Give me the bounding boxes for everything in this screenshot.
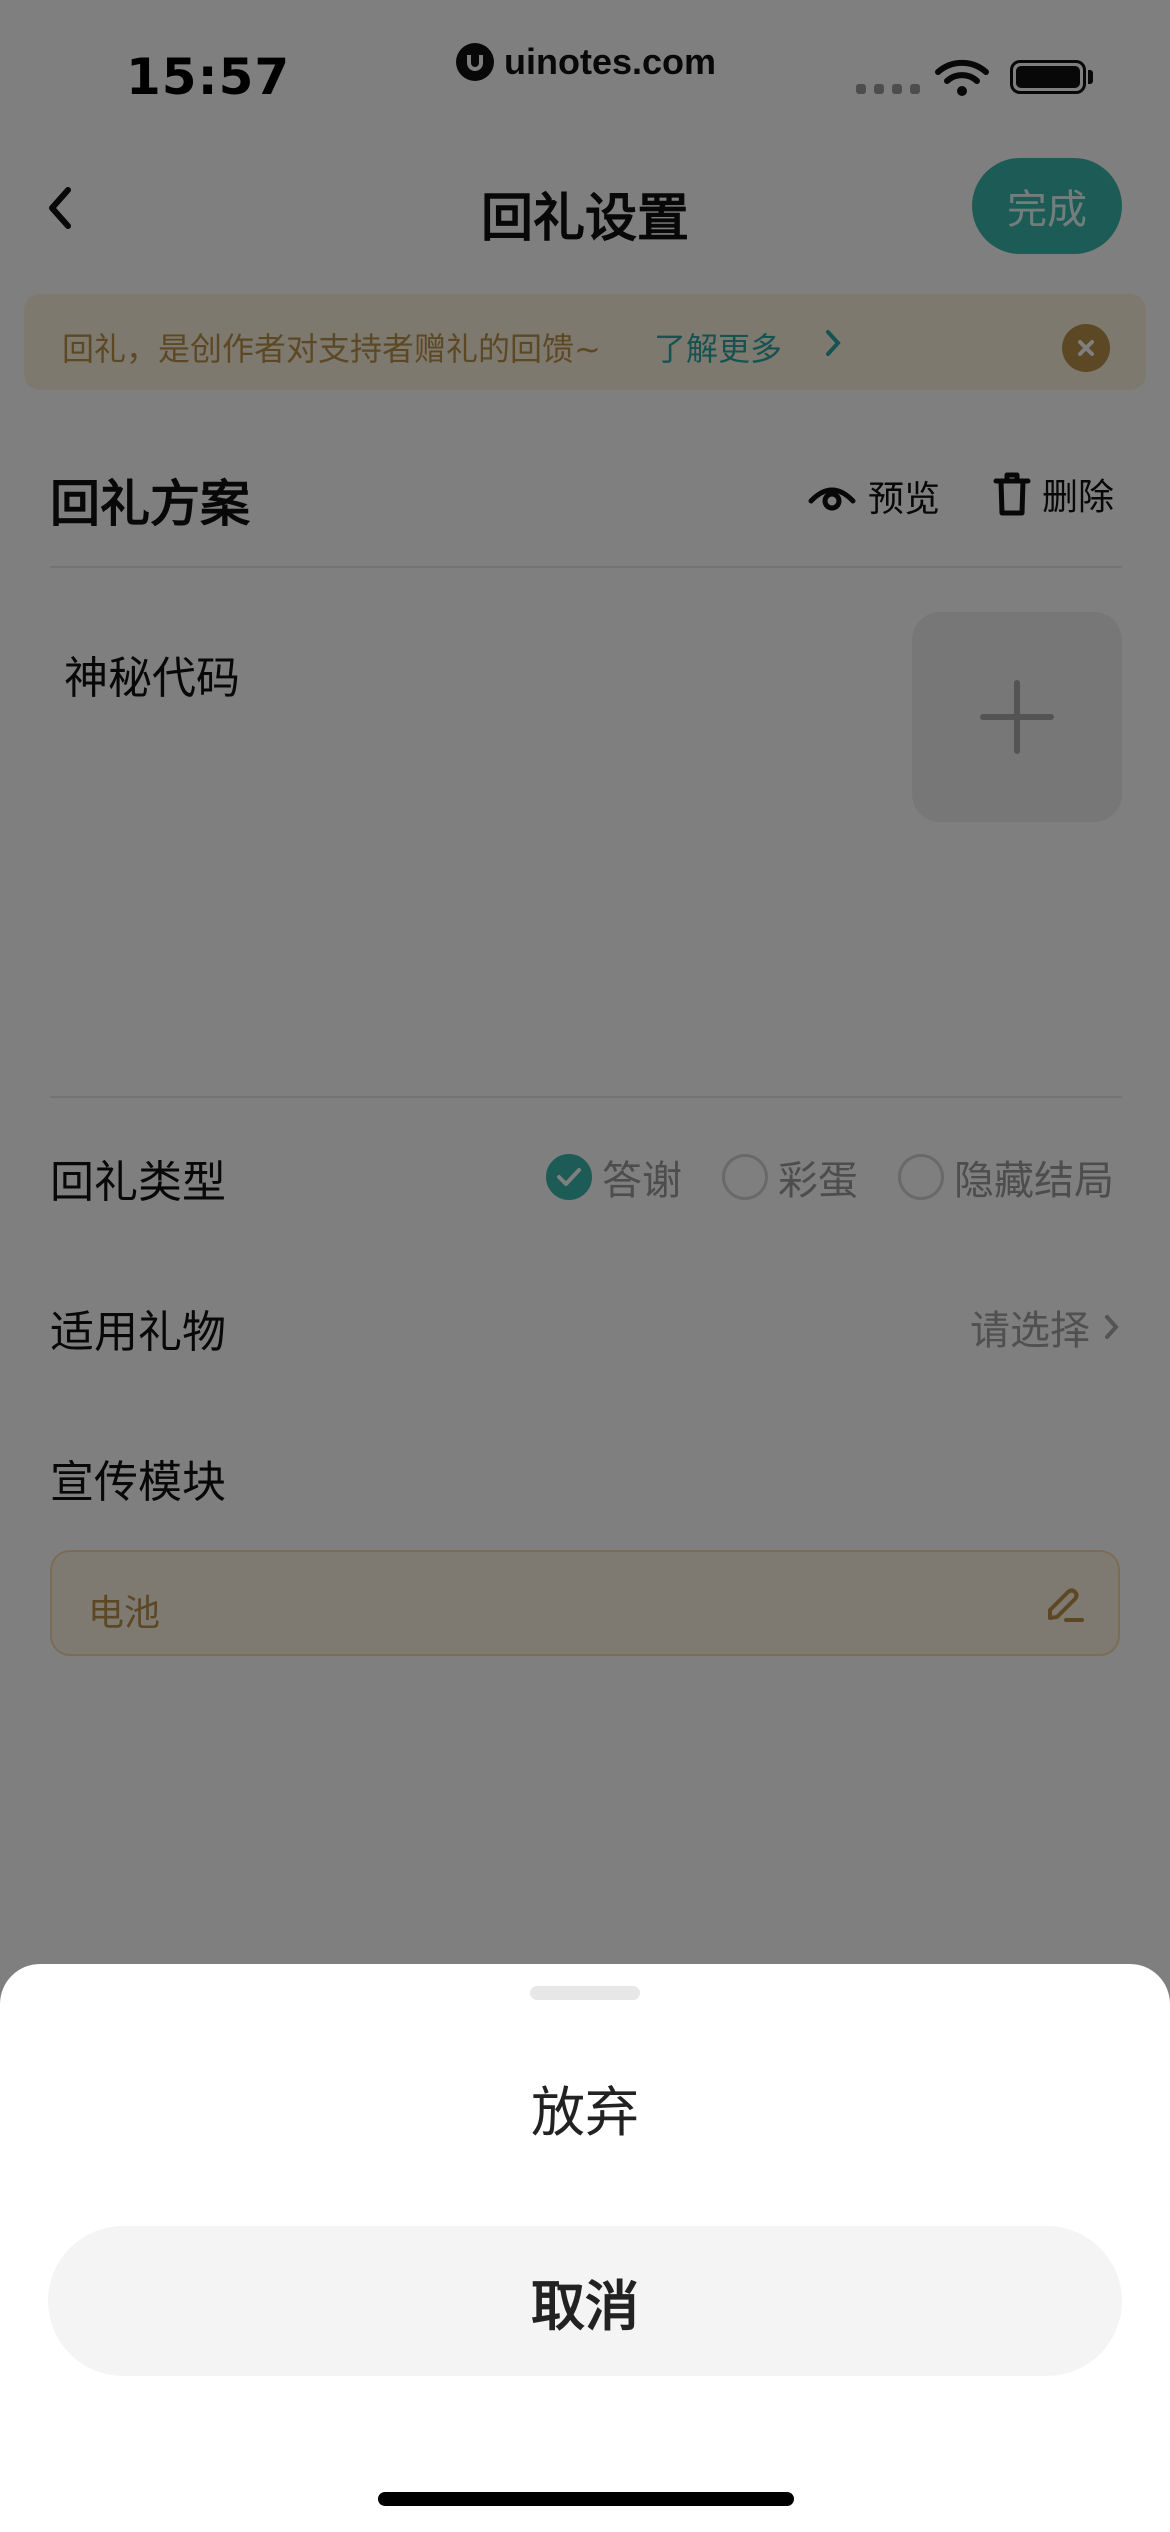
home-indicator[interactable] <box>378 2492 794 2506</box>
sheet-drag-handle[interactable] <box>530 1986 640 2000</box>
action-sheet: 放弃 取消 <box>0 1964 1170 2532</box>
abandon-button[interactable]: 放弃 <box>0 2068 1170 2147</box>
cancel-button[interactable]: 取消 <box>48 2226 1122 2376</box>
